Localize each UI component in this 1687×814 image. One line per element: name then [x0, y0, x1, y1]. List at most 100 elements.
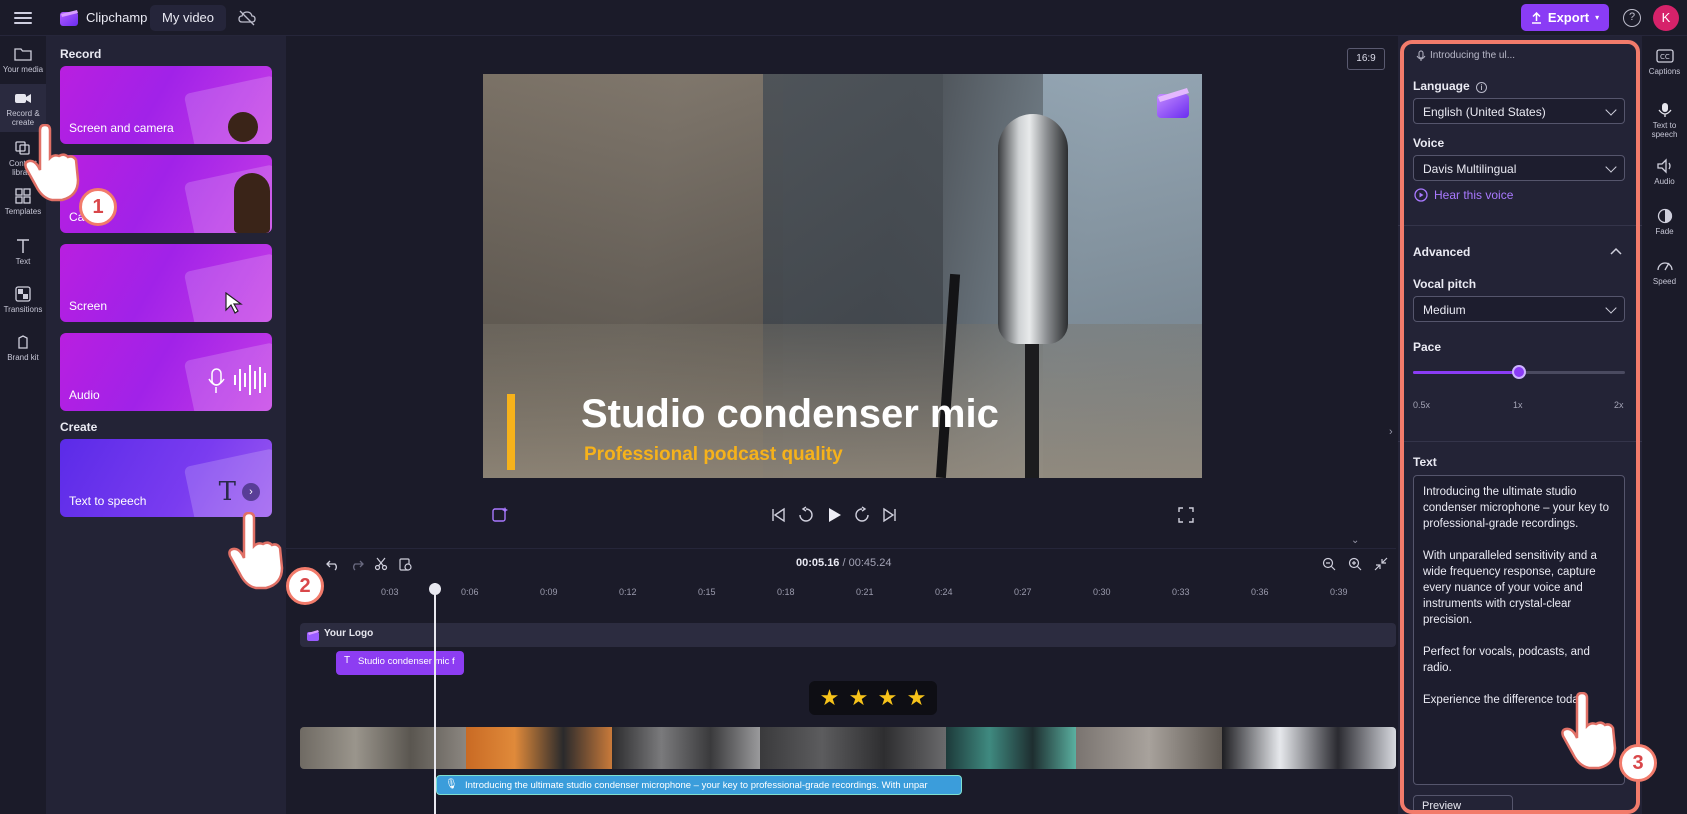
accent-bar [507, 394, 515, 470]
menu-icon[interactable] [14, 9, 32, 27]
fullscreen-icon[interactable] [1177, 506, 1195, 524]
redo-icon[interactable] [350, 557, 364, 571]
help-icon[interactable]: ? [1623, 9, 1641, 27]
fit-timeline-icon[interactable] [1374, 557, 1388, 571]
chevron-down-icon[interactable]: ⌄ [1351, 535, 1359, 546]
playback-controls [483, 500, 1202, 530]
card-screen-and-camera[interactable]: Screen and camera [60, 66, 272, 144]
rail-label: Audio [1654, 177, 1675, 186]
card-screen[interactable]: Screen [60, 244, 272, 322]
star-icon[interactable]: ★ [849, 685, 869, 711]
rail-item-text[interactable]: Text [0, 238, 46, 266]
logo-track[interactable]: Your Logo [300, 623, 1396, 647]
chevron-right-icon[interactable]: › [242, 483, 260, 501]
rail-label: Brand kit [7, 353, 39, 362]
captions-icon: CC [1655, 49, 1674, 63]
undo-icon[interactable] [326, 557, 340, 571]
star-icon[interactable]: ★ [878, 685, 898, 711]
rail-label: Speed [1652, 277, 1677, 286]
clipchamp-app: Clipchamp My video Export ▾ ? K Your med… [0, 0, 1687, 814]
rail-item-brand-kit[interactable]: Brand kit [0, 334, 46, 362]
microphone-waveform-icon [208, 365, 266, 395]
total-time: / 00:45.24 [842, 557, 892, 569]
ruler-tick: 0:06 [461, 587, 479, 597]
timeline-ruler[interactable]: 0:03 0:06 0:09 0:12 0:15 0:18 0:21 0:24 … [286, 583, 1396, 603]
rewind-5-icon[interactable] [797, 506, 815, 524]
export-label: Export [1547, 10, 1590, 25]
fade-icon [1657, 208, 1672, 224]
rating-stars[interactable]: ★ ★ ★ ★ [809, 681, 937, 715]
audio-icon [1656, 158, 1671, 174]
ruler-tick: 0:24 [935, 587, 953, 597]
skip-back-icon[interactable] [769, 506, 787, 524]
track-label: Your Logo [324, 628, 374, 639]
ruler-tick: 0:33 [1172, 587, 1190, 597]
avatar[interactable]: K [1653, 5, 1679, 31]
hand-cursor-icon [24, 124, 80, 202]
rail-label: Templates [4, 207, 42, 216]
magic-sparkle-icon[interactable] [491, 506, 509, 524]
timecode: 00:05.16 / 00:45.24 [796, 557, 891, 569]
camera-icon [15, 94, 31, 103]
rail-item-fade[interactable]: Fade [1642, 208, 1687, 236]
zoom-out-icon[interactable] [1322, 557, 1336, 571]
hand-cursor-icon [1561, 692, 1617, 770]
track-label: Introducing the ultimate studio condense… [465, 780, 928, 791]
rail-item-text-to-speech[interactable]: Text to speech [1642, 102, 1687, 139]
skip-forward-icon[interactable] [881, 506, 899, 524]
ruler-tick: 0:18 [777, 587, 795, 597]
rail-label: Transitions [3, 305, 43, 314]
project-name[interactable]: My video [150, 5, 227, 31]
video-track[interactable] [300, 727, 1396, 769]
video-headline[interactable]: Studio condenser mic [581, 392, 999, 437]
video-clip[interactable] [1222, 727, 1396, 769]
folder-icon [14, 48, 32, 61]
video-preview[interactable]: Studio condenser mic Professional podcas… [483, 74, 1202, 478]
zoom-in-icon[interactable] [1348, 557, 1362, 571]
video-subline[interactable]: Professional podcast quality [584, 444, 843, 466]
card-text-to-speech[interactable]: T › Text to speech [60, 439, 272, 517]
delete-icon[interactable] [398, 557, 412, 571]
aspect-ratio-button[interactable]: 16:9 [1347, 48, 1385, 70]
mic-stand [1025, 324, 1039, 478]
rail-item-your-media[interactable]: Your media [0, 46, 46, 74]
ruler-tick: 0:12 [619, 587, 637, 597]
ruler-tick: 0:30 [1093, 587, 1111, 597]
playhead[interactable] [429, 583, 441, 814]
card-label: Audio [69, 388, 100, 402]
rail-item-audio[interactable]: Audio [1642, 158, 1687, 186]
rail-item-speed[interactable]: Speed [1642, 258, 1687, 286]
ruler-tick: 0:21 [856, 587, 874, 597]
tts-audio-track[interactable]: 🎙 Introducing the ultimate studio conden… [436, 775, 962, 795]
video-clip[interactable] [760, 727, 946, 769]
brand-name: Clipchamp [86, 10, 148, 25]
video-clip[interactable] [300, 727, 466, 769]
split-scissors-icon[interactable] [374, 557, 388, 571]
forward-5-icon[interactable] [853, 506, 871, 524]
video-clip[interactable] [946, 727, 1076, 769]
rail-item-transitions[interactable]: Transitions [0, 286, 46, 314]
section-title-record: Record [60, 47, 102, 61]
video-clip[interactable] [612, 727, 760, 769]
play-icon[interactable] [825, 506, 843, 524]
rail-label: Your media [2, 65, 44, 74]
speed-icon [1656, 262, 1673, 271]
collapse-right-panel-icon[interactable]: › [1389, 426, 1393, 438]
microphone-image [998, 114, 1068, 344]
timeline: 00:05.16 / 00:45.24 0:03 0:06 0:09 0:12 … [286, 548, 1396, 814]
video-clip[interactable] [466, 727, 612, 769]
microphone-icon: 🎙 [445, 779, 458, 790]
text-track[interactable]: T Studio condenser mic f [336, 651, 464, 675]
export-button[interactable]: Export ▾ [1521, 4, 1609, 31]
card-decoration [183, 75, 272, 144]
step-badge: 1 [79, 188, 117, 226]
video-clip[interactable] [1076, 727, 1222, 769]
cloud-off-icon[interactable] [238, 10, 256, 26]
rail-item-captions[interactable]: CC Captions [1642, 48, 1687, 76]
text-glyph-icon: T [218, 477, 236, 507]
star-icon[interactable]: ★ [907, 685, 927, 711]
clipchamp-logo-icon [60, 10, 78, 26]
star-icon[interactable]: ★ [820, 685, 840, 711]
rail-label: Fade [1655, 227, 1674, 236]
card-audio[interactable]: Audio [60, 333, 272, 411]
